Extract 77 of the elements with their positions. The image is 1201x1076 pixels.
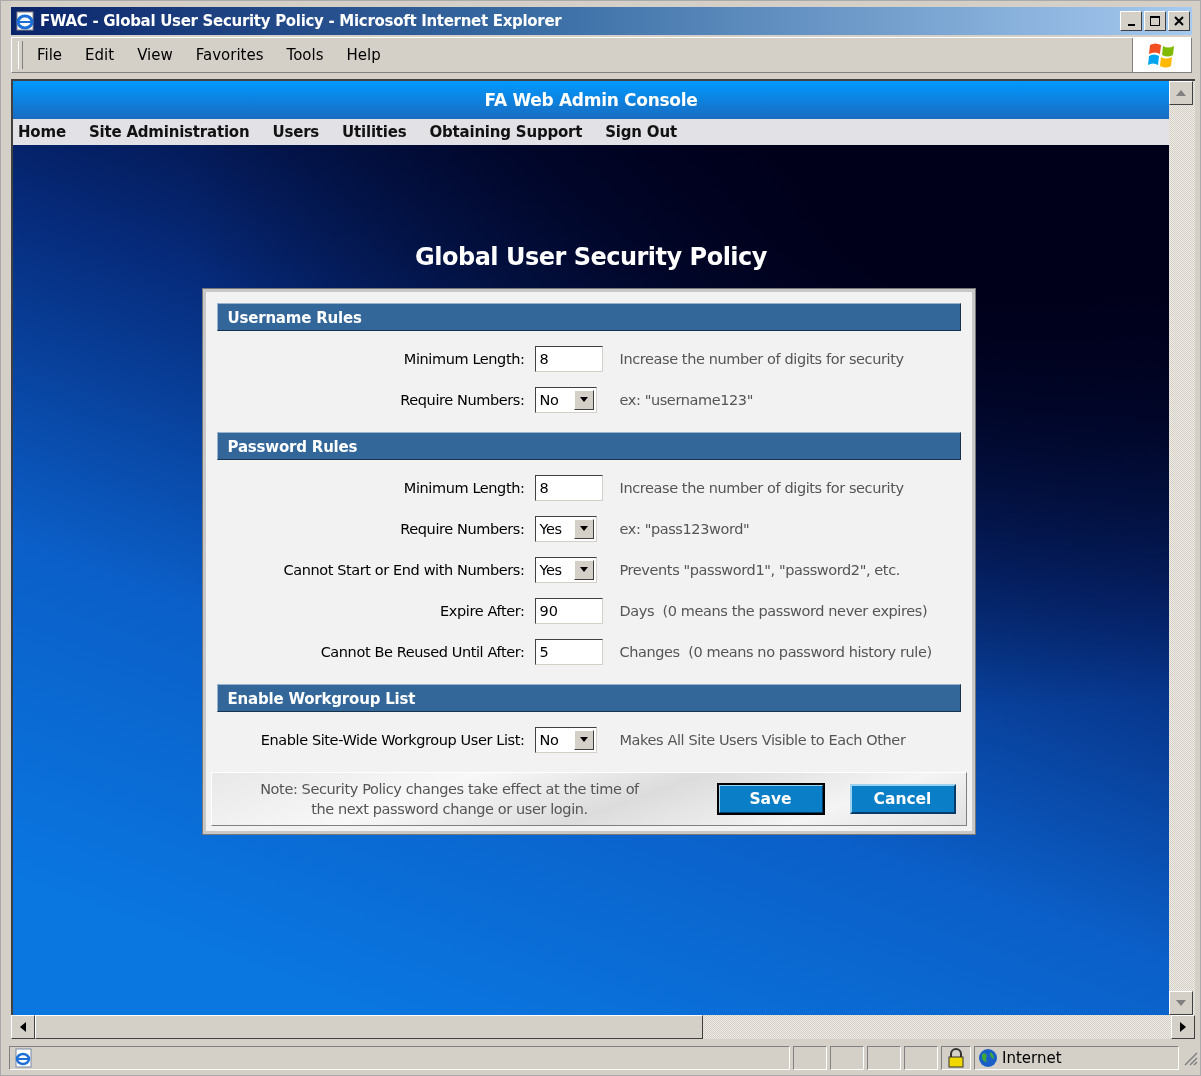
menu-item[interactable]: File — [37, 46, 63, 64]
field-label: Require Numbers: — [399, 391, 526, 408]
section-header: Username Rules — [216, 303, 961, 331]
field-hint: Days (0 means the password never expires) — [619, 602, 929, 619]
zone-label: Internet — [1001, 1049, 1062, 1067]
caret-icon — [573, 729, 594, 750]
dropdown[interactable]: No — [534, 386, 597, 413]
status-pane — [830, 1046, 864, 1070]
menu-item[interactable]: Tools — [286, 46, 324, 64]
field-hint: Increase the number of digits for security — [619, 479, 905, 496]
field-label: Cannot Be Reused Until After: — [319, 643, 526, 660]
field-label: Cannot Start or End with Numbers: — [282, 561, 526, 578]
minimize-button[interactable] — [1120, 11, 1142, 31]
horizontal-scrollbar[interactable] — [11, 1015, 1195, 1039]
dropdown[interactable]: Yes — [534, 556, 597, 583]
close-button[interactable] — [1168, 11, 1190, 31]
up-arrow-icon — [1176, 90, 1186, 96]
browser-icon — [14, 10, 36, 32]
input-field[interactable]: 5 — [534, 638, 603, 665]
field-hint: ex: "pass123word" — [619, 520, 751, 537]
menu-item[interactable]: Edit — [85, 46, 115, 64]
save-button[interactable]: Save — [717, 784, 824, 814]
scroll-down-button[interactable] — [1169, 991, 1193, 1015]
scroll-up-button[interactable] — [1169, 81, 1193, 105]
field-hint: Makes All Site Users Visible to Each Other — [619, 731, 907, 748]
page-icon — [13, 1048, 35, 1068]
window-title: FWAC - Global User Security Policy - Microsoft Internet Explorer — [39, 12, 563, 30]
status-pane — [793, 1046, 827, 1070]
vertical-scrollbar[interactable] — [1169, 81, 1195, 1015]
right-arrow-icon — [1180, 1022, 1186, 1032]
field-label: Enable Site-Wide Workgroup User List: — [259, 731, 526, 748]
page-heading: Global User Security Policy — [414, 243, 768, 271]
close-icon — [1173, 15, 1185, 27]
nav-link[interactable]: Sign Out — [605, 123, 677, 141]
minimize-icon — [1127, 24, 1135, 26]
input-field[interactable]: 8 — [534, 345, 603, 372]
cancel-button[interactable]: Cancel — [849, 784, 956, 814]
nav-link[interactable]: Home — [18, 123, 66, 141]
menu-item[interactable]: View — [137, 46, 173, 64]
scroll-left-button[interactable] — [11, 1015, 35, 1039]
field-hint: ex: "username123" — [619, 391, 754, 408]
padlock-icon — [947, 1048, 965, 1068]
caret-icon — [573, 518, 594, 539]
windows-flag-icon — [1147, 41, 1177, 69]
input-field[interactable]: 90 — [534, 597, 603, 624]
nav-link[interactable]: Utilities — [342, 123, 407, 141]
section-header: Enable Workgroup List — [216, 684, 961, 712]
field-hint: Increase the number of digits for security — [619, 350, 905, 367]
scroll-thumb[interactable] — [35, 1015, 703, 1039]
dropdown[interactable]: No — [534, 726, 597, 753]
dropdown[interactable]: Yes — [534, 515, 597, 542]
menu-item[interactable]: Help — [346, 46, 381, 64]
resize-grip-icon[interactable] — [1182, 1050, 1198, 1066]
down-arrow-icon — [1176, 1000, 1186, 1006]
nav-link[interactable]: Obtaining Support — [429, 123, 583, 141]
nav-link[interactable]: Site Administration — [88, 123, 250, 141]
caret-icon — [573, 559, 594, 580]
field-label: Expire After: — [439, 602, 526, 619]
field-label: Require Numbers: — [399, 520, 526, 537]
input-field[interactable]: 8 — [534, 474, 603, 501]
field-hint: Changes (0 means no password history rule) — [619, 643, 933, 660]
maximize-button[interactable] — [1144, 11, 1166, 31]
field-hint: Prevents "password1", "password2", etc. — [619, 561, 901, 578]
field-label: Minimum Length: — [402, 479, 526, 496]
globe-icon — [978, 1048, 998, 1068]
maximize-icon — [1149, 15, 1161, 27]
status-pane — [904, 1046, 938, 1070]
caret-icon — [573, 389, 594, 410]
menu-item[interactable]: Favorites — [195, 46, 264, 64]
scroll-right-button[interactable] — [1171, 1015, 1195, 1039]
note-text: Note: Security Policy changes take effect at the time of the next password change or user login. — [259, 780, 640, 819]
status-pane — [867, 1046, 901, 1070]
left-arrow-icon — [20, 1022, 26, 1032]
nav-link[interactable]: Users — [272, 123, 320, 141]
section-header: Password Rules — [216, 432, 961, 460]
field-label: Minimum Length: — [402, 350, 526, 367]
console-title: FA Web Admin Console — [484, 90, 698, 110]
